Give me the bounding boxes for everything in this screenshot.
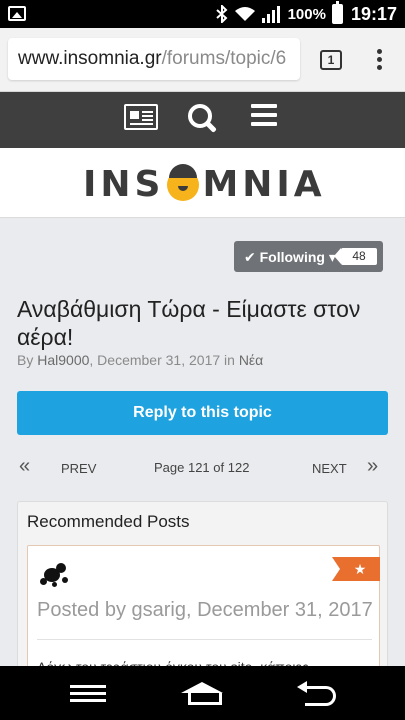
first-page-icon[interactable]: « — [19, 455, 30, 478]
signal-icon — [261, 6, 280, 23]
post-card: ★ Posted by gsarig, December 31, 2017 Λό… — [27, 545, 380, 680]
home-icon[interactable] — [181, 682, 223, 705]
page-info[interactable]: Page 121 of 122 — [154, 460, 249, 475]
battery-icon — [331, 1, 343, 24]
next-page-button[interactable]: NEXT — [312, 461, 347, 476]
android-nav-bar — [0, 666, 405, 720]
battery-percent: 100% — [287, 5, 326, 23]
url-host: www.insomnia.gr — [18, 48, 162, 69]
forum-link[interactable]: Νέα — [239, 352, 263, 368]
search-icon[interactable] — [188, 104, 218, 134]
prev-page-button[interactable]: PREV — [61, 461, 96, 476]
pagination: « PREV Page 121 of 122 NEXT » — [17, 453, 388, 481]
hamburger-menu-icon[interactable] — [251, 104, 277, 128]
site-nav — [0, 92, 405, 148]
recent-apps-icon[interactable] — [70, 685, 106, 706]
recommended-posts: Recommended Posts ★ Posted by gsarig, De… — [17, 501, 388, 681]
divider — [37, 639, 372, 640]
image-icon — [8, 6, 26, 21]
reply-to-topic-button[interactable]: Reply to this topic — [17, 391, 388, 435]
author-link[interactable]: Hal9000 — [37, 352, 89, 368]
last-page-icon[interactable]: » — [367, 455, 378, 478]
topic-byline: By Hal9000, December 31, 2017 in Νέα — [17, 352, 263, 368]
avatar[interactable] — [38, 560, 72, 590]
bluetooth-icon — [215, 5, 228, 23]
logo-text-end: MNIA — [202, 163, 326, 205]
status-bar-right: 100% 19:17 — [215, 0, 397, 28]
tabs-icon[interactable]: 1 — [320, 50, 342, 70]
logo-band: INS MNIA — [0, 148, 405, 218]
byline-date: , December 31, 2017 in — [89, 352, 239, 368]
url-field[interactable]: www.insomnia.gr/forums/topic/6 — [8, 38, 300, 80]
byline-prefix: By — [17, 352, 38, 368]
logo-text-start: INS — [83, 163, 165, 205]
news-icon[interactable] — [124, 104, 158, 130]
logo-face-icon — [167, 164, 200, 201]
browser-toolbar: www.insomnia.gr/forums/topic/6 1 — [0, 28, 405, 92]
back-icon[interactable] — [297, 681, 337, 706]
star-icon: ★ — [332, 557, 380, 581]
recommended-posts-heading: Recommended Posts — [27, 512, 190, 531]
clock: 19:17 — [350, 3, 397, 24]
site-logo[interactable]: INS MNIA — [83, 163, 326, 205]
url-path: /forums/topic/6 — [161, 48, 287, 69]
post-meta: Posted by gsarig, December 31, 2017 — [37, 599, 373, 621]
topic-title: Αναβάθμιση Τώρα - Είμαστε στον αέρα! — [17, 296, 361, 350]
following-label: ✔ Following ▾ — [244, 249, 336, 265]
following-button[interactable]: ✔ Following ▾ 48 — [234, 241, 383, 272]
overflow-menu-icon[interactable] — [375, 49, 383, 73]
wifi-icon — [234, 7, 255, 21]
follower-count-badge: 48 — [334, 248, 377, 265]
status-bar: 100% 19:17 — [0, 0, 405, 28]
